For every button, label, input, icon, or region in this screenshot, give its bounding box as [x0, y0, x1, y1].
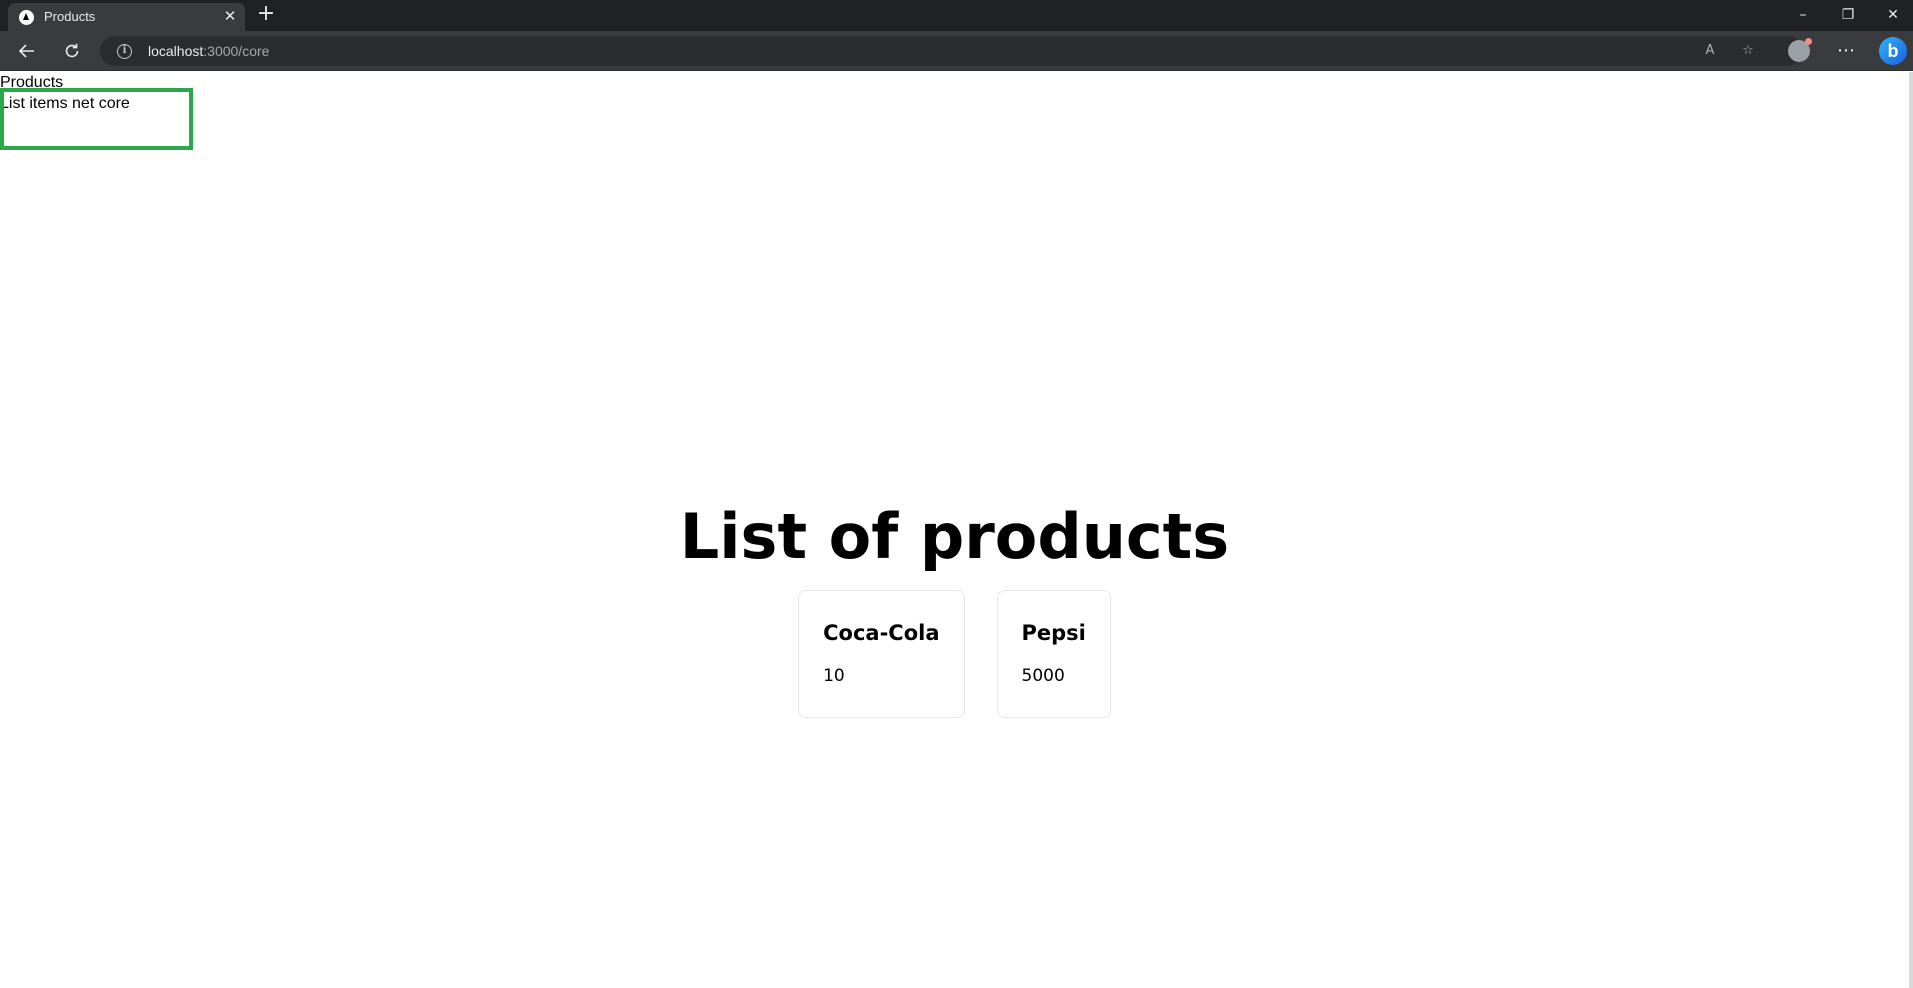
product-card: Coca-Cola 10 — [798, 590, 965, 718]
browser-tab[interactable]: Products ✕ — [8, 3, 245, 31]
product-name: Coca-Cola — [823, 621, 940, 645]
tab-title: Products — [44, 9, 96, 24]
restore-button[interactable]: ❐ — [1828, 4, 1868, 26]
favorites-add-icon[interactable]: ☆ — [1738, 41, 1758, 61]
minimize-button[interactable]: – — [1783, 4, 1823, 26]
scrollbar[interactable] — [1909, 72, 1913, 988]
nextjs-favicon-icon — [19, 10, 34, 25]
reload-button[interactable] — [60, 39, 84, 63]
info-icon[interactable]: i — [117, 44, 132, 59]
close-window-button[interactable]: ✕ — [1873, 4, 1913, 26]
page-viewport: Products List items net core List of pro… — [0, 72, 1909, 988]
url-path: :3000/core — [203, 43, 270, 59]
reload-icon — [65, 43, 79, 58]
read-aloud-icon[interactable]: A — [1700, 41, 1720, 61]
product-name: Pepsi — [1021, 621, 1086, 645]
back-button[interactable] — [15, 39, 39, 63]
new-tab-button[interactable]: + — [255, 3, 277, 26]
address-bar[interactable]: i localhost:3000/core A ☆ — [100, 36, 1803, 66]
tab-close-icon[interactable]: ✕ — [222, 8, 238, 24]
more-icon[interactable]: ⋯ — [1834, 39, 1858, 63]
product-card: Pepsi 5000 — [996, 590, 1111, 718]
highlight-box — [0, 88, 193, 150]
product-list: Coca-Cola 10 Pepsi 5000 — [0, 590, 1909, 718]
bing-icon[interactable]: b — [1879, 37, 1907, 65]
arrow-left-icon — [18, 44, 34, 58]
product-price: 5000 — [1021, 666, 1065, 686]
page-title: List of products — [679, 500, 1230, 573]
profile-avatar-icon[interactable] — [1788, 38, 1812, 62]
product-price: 10 — [823, 666, 845, 686]
url-text[interactable]: localhost:3000/core — [148, 43, 269, 59]
browser-toolbar: i localhost:3000/core A ☆ ⋯ b — [0, 31, 1913, 71]
url-host: localhost — [148, 43, 204, 59]
tab-strip: Products ✕ + – ❐ ✕ — [0, 0, 1913, 31]
